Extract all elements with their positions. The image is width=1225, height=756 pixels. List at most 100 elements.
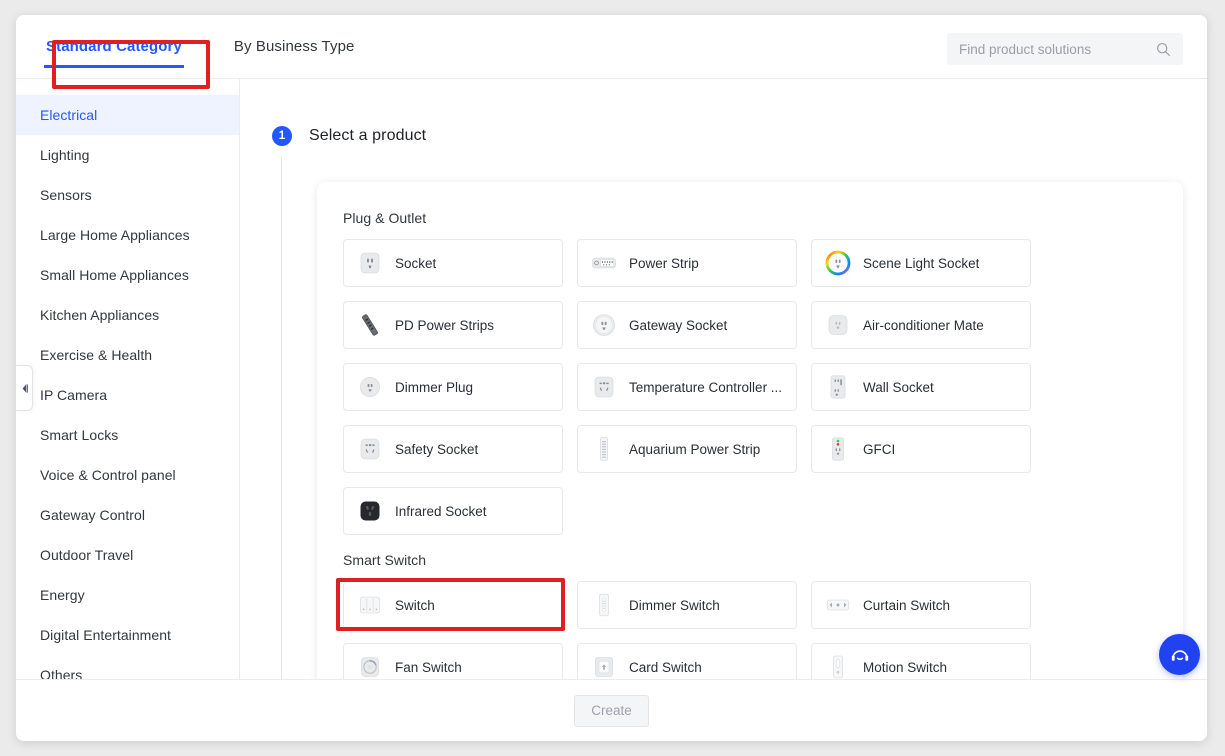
scene-light-socket-icon xyxy=(825,250,851,276)
product-card-pd-power-strips[interactable]: PD Power Strips xyxy=(343,301,563,349)
product-card-air-conditioner-mate[interactable]: Air-conditioner Mate xyxy=(811,301,1031,349)
dimmer-plug-icon xyxy=(360,377,380,397)
product-card-label: Dimmer Plug xyxy=(395,379,474,395)
tab-by-business-type[interactable]: By Business Type xyxy=(234,15,355,79)
product-card-label: Switch xyxy=(395,597,435,613)
search-icon xyxy=(1157,42,1170,56)
sidebar-item-exercise-health[interactable]: Exercise & Health xyxy=(16,335,239,375)
sidebar-item-voice-control-panel[interactable]: Voice & Control panel xyxy=(16,455,239,495)
main-content: 1 Select a product Plug & Outlet Socket … xyxy=(240,79,1207,707)
product-card-label: Air-conditioner Mate xyxy=(863,317,984,333)
dimmer-switch-icon xyxy=(599,593,609,617)
sidebar-item-label: Smart Locks xyxy=(40,427,119,443)
product-grid: Switch Dimmer Switch Curtain Switch Fan … xyxy=(343,581,1157,691)
product-card-label: Dimmer Switch xyxy=(629,597,720,613)
sidebar-item-sensors[interactable]: Sensors xyxy=(16,175,239,215)
sidebar-item-outdoor-travel[interactable]: Outdoor Travel xyxy=(16,535,239,575)
product-card-temperature-controller[interactable]: Temperature Controller ... xyxy=(577,363,797,411)
product-card-dimmer-plug[interactable]: Dimmer Plug xyxy=(343,363,563,411)
footer-bar: Create xyxy=(16,679,1207,741)
safety-socket-icon xyxy=(360,438,380,460)
sidebar-item-gateway-control[interactable]: Gateway Control xyxy=(16,495,239,535)
search-box[interactable] xyxy=(947,33,1183,65)
product-card-label: GFCI xyxy=(863,441,896,457)
sidebar-item-label: Small Home Appliances xyxy=(40,267,189,283)
sidebar-collapse-handle[interactable] xyxy=(16,365,33,411)
socket-icon xyxy=(360,252,380,274)
fan-switch-icon xyxy=(361,657,379,677)
sidebar-item-label: Exercise & Health xyxy=(40,347,153,363)
sidebar-item-label: Kitchen Appliances xyxy=(40,307,160,323)
step-number-badge: 1 xyxy=(272,126,292,146)
air-conditioner-mate-icon xyxy=(828,315,848,335)
product-card-label: Gateway Socket xyxy=(629,317,728,333)
sidebar-item-label: Large Home Appliances xyxy=(40,227,190,243)
product-card-safety-socket[interactable]: Safety Socket xyxy=(343,425,563,473)
product-card-power-strip[interactable]: Power Strip xyxy=(577,239,797,287)
product-card-label: Motion Switch xyxy=(863,659,948,675)
product-card-label: Card Switch xyxy=(629,659,702,675)
product-card-infrared-socket[interactable]: Infrared Socket xyxy=(343,487,563,535)
product-panel: Plug & Outlet Socket Power Strip Scene L… xyxy=(317,182,1183,707)
search-input[interactable] xyxy=(959,41,1156,57)
product-card-label: Fan Switch xyxy=(395,659,462,675)
sidebar-item-label: IP Camera xyxy=(40,387,108,403)
wall-socket-icon xyxy=(830,375,846,399)
product-card-label: Curtain Switch xyxy=(863,597,951,613)
page-title: Select a product xyxy=(309,127,427,144)
sidebar-item-label: Electrical xyxy=(40,107,98,123)
sidebar-item-label: Digital Entertainment xyxy=(40,627,172,643)
sidebar-item-label: Lighting xyxy=(40,147,90,163)
switch-icon xyxy=(360,596,380,614)
product-group-title: Smart Switch xyxy=(343,552,427,568)
product-card-label: Scene Light Socket xyxy=(863,255,980,271)
sidebar-item-energy[interactable]: Energy xyxy=(16,575,239,615)
product-card-label: Power Strip xyxy=(629,255,699,271)
pd-power-strip-icon xyxy=(362,314,378,336)
sidebar-item-digital-entertainment[interactable]: Digital Entertainment xyxy=(16,615,239,655)
product-card-scene-light-socket[interactable]: Scene Light Socket xyxy=(811,239,1031,287)
product-card-switch[interactable]: Switch xyxy=(343,581,563,629)
sidebar-item-large-home-appliances[interactable]: Large Home Appliances xyxy=(16,215,239,255)
product-creation-window: Standard Category By Business Type Elect… xyxy=(16,15,1207,741)
product-card-label: Temperature Controller ... xyxy=(629,379,783,395)
create-button[interactable]: Create xyxy=(574,694,649,727)
aquarium-power-strip-icon xyxy=(600,437,608,461)
product-card-dimmer-switch[interactable]: Dimmer Switch xyxy=(577,581,797,629)
sidebar-item-smart-locks[interactable]: Smart Locks xyxy=(16,415,239,455)
sidebar-item-kitchen-appliances[interactable]: Kitchen Appliances xyxy=(16,295,239,335)
category-sidebar: Electrical Lighting Sensors Large Home Appl… xyxy=(16,79,240,707)
gateway-socket-icon xyxy=(593,314,615,336)
sidebar-item-ip-camera[interactable]: IP Camera xyxy=(16,375,239,415)
product-card-socket[interactable]: Socket xyxy=(343,239,563,287)
product-grid: Socket Power Strip Scene Light Socket PD… xyxy=(343,239,1157,535)
sidebar-item-label: Outdoor Travel xyxy=(40,547,134,563)
sidebar-item-small-home-appliances[interactable]: Small Home Appliances xyxy=(16,255,239,295)
chevron-left-icon xyxy=(22,383,28,393)
temperature-controller-icon xyxy=(594,376,614,398)
step-timeline xyxy=(281,157,282,707)
product-card-gfci[interactable]: GFCI xyxy=(811,425,1031,473)
product-card-gateway-socket[interactable]: Gateway Socket xyxy=(577,301,797,349)
infrared-socket-icon xyxy=(360,501,380,521)
headset-chat-icon xyxy=(1171,649,1188,661)
sidebar-item-label: Gateway Control xyxy=(40,507,146,523)
product-card-curtain-switch[interactable]: Curtain Switch xyxy=(811,581,1031,629)
motion-switch-icon xyxy=(833,655,843,679)
support-chat-button[interactable] xyxy=(1159,634,1200,675)
top-bar: Standard Category By Business Type xyxy=(16,15,1207,79)
sidebar-item-electrical[interactable]: Electrical xyxy=(16,95,239,135)
product-group-title: Plug & Outlet xyxy=(343,210,427,226)
sidebar-item-lighting[interactable]: Lighting xyxy=(16,135,239,175)
tab-standard-category[interactable]: Standard Category xyxy=(44,15,184,79)
product-card-wall-socket[interactable]: Wall Socket xyxy=(811,363,1031,411)
step-header: 1 Select a product xyxy=(272,126,426,146)
category-tabs: Standard Category By Business Type xyxy=(44,15,355,79)
product-card-aquarium-power-strip[interactable]: Aquarium Power Strip xyxy=(577,425,797,473)
card-switch-icon xyxy=(595,657,613,677)
product-card-label: Safety Socket xyxy=(395,441,479,457)
sidebar-item-label: Voice & Control panel xyxy=(40,467,176,483)
power-strip-icon xyxy=(592,257,616,269)
product-card-label: Infrared Socket xyxy=(395,503,487,519)
product-card-label: PD Power Strips xyxy=(395,317,495,333)
